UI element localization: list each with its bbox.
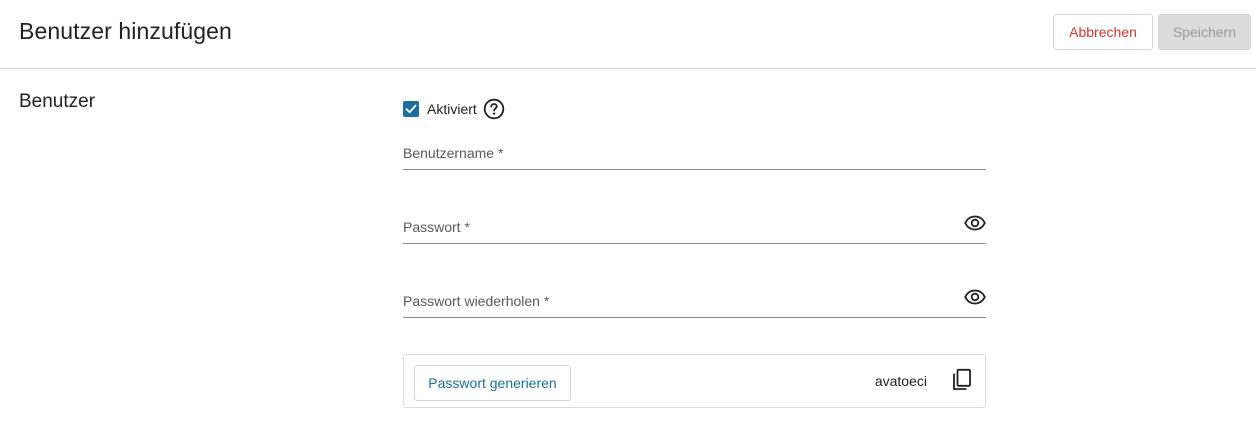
eye-icon[interactable] bbox=[964, 212, 986, 234]
save-button[interactable]: Speichern bbox=[1158, 14, 1251, 50]
password-generator-panel: Passwort generieren avatoeci bbox=[403, 354, 986, 408]
generated-password: avatoeci bbox=[874, 373, 927, 389]
check-icon bbox=[405, 104, 417, 114]
activated-row: Aktiviert bbox=[403, 98, 505, 120]
section-title: Benutzer bbox=[19, 91, 96, 112]
page-title: Benutzer hinzufügen bbox=[19, 18, 232, 44]
cancel-button[interactable]: Abbrechen bbox=[1053, 14, 1153, 50]
username-field bbox=[403, 138, 986, 170]
password-field bbox=[403, 212, 986, 244]
password-input[interactable] bbox=[403, 212, 943, 242]
copy-icon[interactable] bbox=[951, 368, 973, 392]
password-repeat-field bbox=[403, 286, 986, 318]
password-repeat-input[interactable] bbox=[403, 286, 943, 316]
eye-icon[interactable] bbox=[964, 286, 986, 308]
generate-password-button[interactable]: Passwort generieren bbox=[414, 365, 571, 401]
page-header: Benutzer hinzufügen Abbrechen Speichern bbox=[0, 0, 1256, 69]
activated-checkbox[interactable] bbox=[403, 101, 419, 117]
activated-label: Aktiviert bbox=[427, 101, 477, 117]
username-input[interactable] bbox=[403, 138, 943, 168]
help-circle-icon[interactable] bbox=[483, 98, 505, 120]
